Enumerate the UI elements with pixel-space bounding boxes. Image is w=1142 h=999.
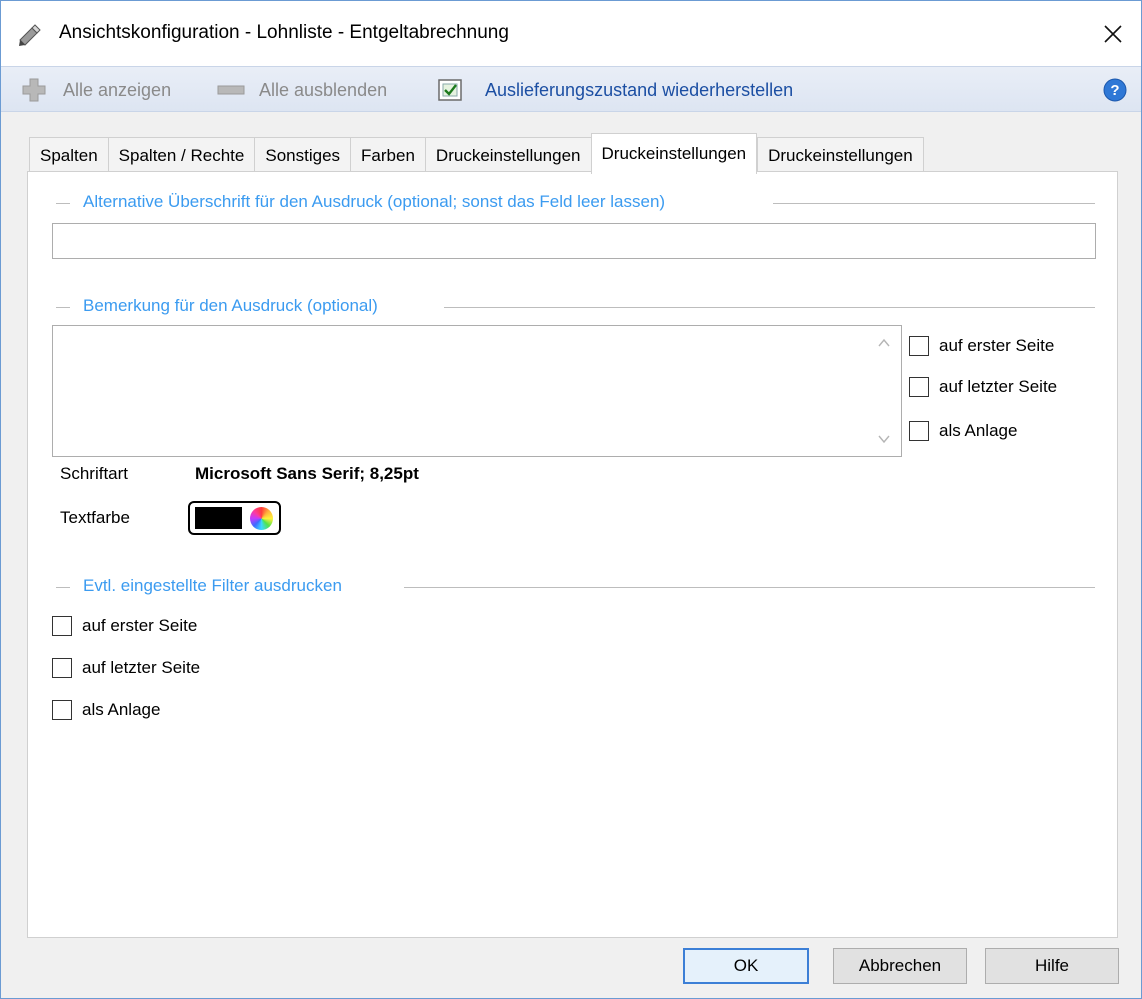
tab-druckeinstellungen-2[interactable]: Druckeinstellungen [590,133,758,174]
tab-druckeinstellungen-3[interactable]: Druckeinstellungen [757,137,924,174]
plus-icon [22,78,46,102]
svg-text:?: ? [1110,82,1119,99]
help-button[interactable]: Hilfe [985,948,1119,984]
checklist-icon [438,79,462,101]
remark-first-page-checkbox[interactable]: auf erster Seite [909,336,1054,356]
tab-panel: Alternative Überschrift für den Ausdruck… [27,171,1118,938]
group-dash [56,203,70,204]
color-wheel-icon [250,507,273,530]
toolbar: Alle anzeigen Alle ausblenden Auslieferu… [1,66,1141,112]
close-icon [1104,25,1122,43]
show-all-label: Alle anzeigen [63,79,172,100]
checkbox-label: als Anlage [939,421,1018,440]
dialog-window: Ansichtskonfiguration - Lohnliste - Entg… [0,0,1142,999]
checkbox-box[interactable] [909,421,929,441]
checkbox-box[interactable] [52,616,72,636]
filter-group-header: Evtl. eingestellte Filter ausdrucken [28,576,1119,598]
alternative-heading-input[interactable] [52,223,1096,259]
tab-spalten-rechte[interactable]: Spalten / Rechte [107,137,255,174]
chevron-down-icon[interactable] [877,432,891,446]
ok-button[interactable]: OK [683,948,809,984]
heading-group-title: Alternative Überschrift für den Ausdruck… [83,192,678,212]
tab-strip: Spalten Spalten / Rechte Sonstiges Farbe… [29,133,924,174]
checkbox-label: auf erster Seite [939,336,1055,355]
checkbox-label: auf erster Seite [82,616,198,635]
group-line [444,307,1095,308]
hide-all-label: Alle ausblenden [259,79,388,100]
show-all-button[interactable]: Alle anzeigen [21,67,171,113]
checkbox-label: auf letzter Seite [939,377,1058,396]
tab-spalten[interactable]: Spalten [29,137,108,174]
checkbox-box[interactable] [52,700,72,720]
close-button[interactable] [1093,15,1133,53]
group-dash [56,587,70,588]
remark-last-page-checkbox[interactable]: auf letzter Seite [909,377,1057,397]
cancel-button[interactable]: Abbrechen [833,948,967,984]
tab-farben[interactable]: Farben [350,137,425,174]
checkbox-label: als Anlage [82,700,161,719]
group-line [773,203,1095,204]
remark-textarea[interactable] [52,325,902,457]
filter-last-page-checkbox[interactable]: auf letzter Seite [52,658,200,678]
remark-attachment-checkbox[interactable]: als Anlage [909,421,1017,441]
minus-icon [217,85,245,95]
text-color-picker-button[interactable] [188,501,281,535]
checkbox-label: auf letzter Seite [82,658,201,677]
heading-group-header: Alternative Überschrift für den Ausdruck… [28,192,1119,214]
tab-druckeinstellungen-1[interactable]: Druckeinstellungen [424,137,591,174]
help-icon[interactable]: ? [1103,78,1127,102]
tab-sonstiges[interactable]: Sonstiges [254,137,351,174]
chevron-up-icon[interactable] [877,336,891,350]
filter-group-title: Evtl. eingestellte Filter ausdrucken [83,576,354,596]
title-bar: Ansichtskonfiguration - Lohnliste - Entg… [1,1,1141,66]
font-label: Schriftart [60,464,129,483]
window-title: Ansichtskonfiguration - Lohnliste - Entg… [59,22,509,43]
color-swatch [195,507,242,529]
filter-first-page-checkbox[interactable]: auf erster Seite [52,616,197,636]
text-color-label: Textfarbe [60,508,130,527]
group-dash [56,307,70,308]
font-value[interactable]: Microsoft Sans Serif; 8,25pt [195,464,419,484]
hide-all-button[interactable]: Alle ausblenden [217,67,387,113]
pencil-tool-icon [19,24,41,46]
remark-group-header: Bemerkung für den Ausdruck (optional) [28,296,1119,318]
checkbox-box[interactable] [909,377,929,397]
filter-attachment-checkbox[interactable]: als Anlage [52,700,160,720]
checkbox-box[interactable] [52,658,72,678]
checkbox-box[interactable] [909,336,929,356]
remark-group-title: Bemerkung für den Ausdruck (optional) [83,296,390,316]
restore-defaults-label: Auslieferungszustand wiederherstellen [485,79,794,100]
group-line [404,587,1095,588]
restore-defaults-button[interactable]: Auslieferungszustand wiederherstellen [437,67,793,113]
